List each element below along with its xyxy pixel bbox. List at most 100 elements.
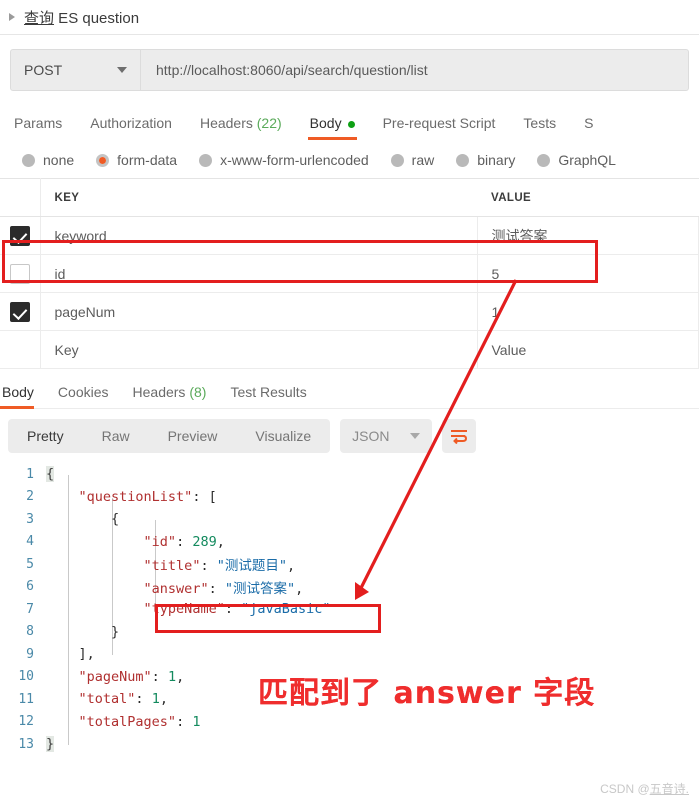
request-tab-headers[interactable]: Headers (22) xyxy=(186,115,296,140)
row-value-input[interactable]: 1 xyxy=(477,292,699,331)
code-line: 5 "title": "测试题目", xyxy=(0,553,699,576)
request-tab-label: Authorization xyxy=(90,115,172,131)
code-line: 1{ xyxy=(0,463,699,486)
line-number: 2 xyxy=(26,489,34,505)
request-tab-label: S xyxy=(584,115,594,131)
response-tabs: Body Cookies Headers (8) Test Results xyxy=(0,377,699,409)
response-tab-label: Body xyxy=(2,384,34,400)
body-type-graphql[interactable]: GraphQL xyxy=(537,152,616,168)
code-line: 6 "answer": "测试答案", xyxy=(0,576,699,599)
watermark-prefix: CSDN @ xyxy=(600,782,650,796)
request-tab-body[interactable]: Body xyxy=(296,115,369,140)
code-token: : xyxy=(224,601,242,618)
code-line-text: } xyxy=(46,736,55,753)
code-token: "pageNum" xyxy=(78,668,152,685)
code-line-text: } xyxy=(46,624,119,640)
radio-icon xyxy=(537,153,551,167)
response-tab-body[interactable]: Body xyxy=(0,384,46,409)
code-line: 3 { xyxy=(0,508,699,531)
row-value-input[interactable]: 测试答案 xyxy=(477,216,699,255)
body-type-label: x-www-form-urlencoded xyxy=(220,152,369,168)
table-row[interactable]: Key Value xyxy=(0,330,699,369)
row-key-input[interactable]: keyword xyxy=(40,216,478,255)
code-line-text: "answer": "测试答案", xyxy=(46,577,304,597)
body-type-label: GraphQL xyxy=(558,152,616,168)
view-mode-raw[interactable]: Raw xyxy=(83,419,149,453)
body-type-label: binary xyxy=(477,152,516,168)
code-line: 7 "typeName": "javaBasic" xyxy=(0,598,699,621)
line-number: 1 xyxy=(26,466,34,482)
table-row[interactable]: keyword 测试答案 xyxy=(0,216,699,255)
code-token: 1 xyxy=(151,691,160,708)
code-line: 4 "id": 289, xyxy=(0,531,699,554)
url-bar: POST http://localhost:8060/api/search/qu… xyxy=(10,49,689,91)
row-key-input[interactable]: id xyxy=(40,254,478,293)
code-token: ], xyxy=(46,646,95,663)
code-token: : xyxy=(176,713,193,730)
code-line: 2 "questionList": [ xyxy=(0,486,699,509)
body-type-x-www-form-urlencoded[interactable]: x-www-form-urlencoded xyxy=(199,152,369,168)
code-token: "javaBasic" xyxy=(241,601,331,618)
url-input[interactable]: http://localhost:8060/api/search/questio… xyxy=(141,50,688,90)
request-tab-tests[interactable]: Tests xyxy=(509,115,570,140)
chevron-down-icon xyxy=(117,67,127,73)
body-type-form-data[interactable]: form-data xyxy=(96,152,177,168)
response-tab-headers[interactable]: Headers (8) xyxy=(121,384,219,408)
page-title-rest: ES question xyxy=(54,9,140,27)
row-checkbox-cell[interactable] xyxy=(0,216,41,255)
row-checkbox-cell[interactable] xyxy=(0,292,41,331)
row-checkbox-cell[interactable] xyxy=(0,330,41,369)
code-token: , xyxy=(286,558,296,575)
code-token: { xyxy=(46,511,120,528)
code-token: "answer" xyxy=(143,580,209,597)
body-type-raw[interactable]: raw xyxy=(390,152,434,168)
request-tab-label: Headers xyxy=(199,115,253,131)
row-checkbox[interactable] xyxy=(9,263,30,284)
request-tab-label: Params xyxy=(14,115,63,131)
request-tab-s[interactable]: S xyxy=(570,115,607,140)
row-key-input[interactable]: Key xyxy=(40,330,478,369)
view-mode-pretty[interactable]: Pretty xyxy=(8,419,83,453)
body-modified-dot-icon xyxy=(347,120,355,128)
collapse-caret-icon[interactable] xyxy=(9,13,15,21)
line-number: 7 xyxy=(26,601,34,617)
code-token: 1 xyxy=(167,668,177,685)
code-line: 9 ], xyxy=(0,643,699,666)
row-key-input[interactable]: pageNum xyxy=(40,292,478,331)
table-row[interactable]: pageNum 1 xyxy=(0,292,699,331)
line-number: 13 xyxy=(18,736,34,752)
radio-icon xyxy=(199,153,213,167)
code-token: , xyxy=(176,668,185,685)
view-mode-preview[interactable]: Preview xyxy=(149,419,237,453)
code-line-text: ], xyxy=(46,646,95,662)
body-type-none[interactable]: none xyxy=(22,152,74,168)
code-line-text: "questionList": [ xyxy=(46,489,217,505)
response-tab-cookies[interactable]: Cookies xyxy=(46,384,121,408)
header-value: VALUE xyxy=(477,178,699,217)
code-token: : xyxy=(176,533,193,550)
request-tab-authorization[interactable]: Authorization xyxy=(76,115,186,140)
view-mode-visualize[interactable]: Visualize xyxy=(236,419,330,453)
http-method-select[interactable]: POST xyxy=(11,50,141,90)
format-select[interactable]: JSON xyxy=(340,419,433,453)
code-line-text: { xyxy=(46,511,119,527)
wrap-lines-icon xyxy=(451,430,468,444)
code-line: 13} xyxy=(0,733,699,756)
request-tab-params[interactable]: Params xyxy=(10,115,76,140)
response-tab-test-results[interactable]: Test Results xyxy=(218,384,318,408)
row-checkbox[interactable] xyxy=(9,301,30,322)
request-tab-pre-request-script[interactable]: Pre-request Script xyxy=(369,115,510,140)
row-value-input[interactable]: 5 xyxy=(477,254,699,293)
code-token: , xyxy=(216,533,225,550)
code-line-text: "id": 289, xyxy=(46,534,225,550)
row-value-input[interactable]: Value xyxy=(477,330,699,369)
code-token: { xyxy=(46,466,55,483)
view-mode-segmented: Pretty Raw Preview Visualize xyxy=(8,419,331,453)
table-row[interactable]: id 5 xyxy=(0,254,699,293)
wrap-lines-button[interactable] xyxy=(442,419,477,453)
chevron-down-icon xyxy=(410,433,421,439)
row-checkbox[interactable] xyxy=(9,225,30,246)
body-type-binary[interactable]: binary xyxy=(456,152,515,168)
row-checkbox-cell[interactable] xyxy=(0,254,41,293)
